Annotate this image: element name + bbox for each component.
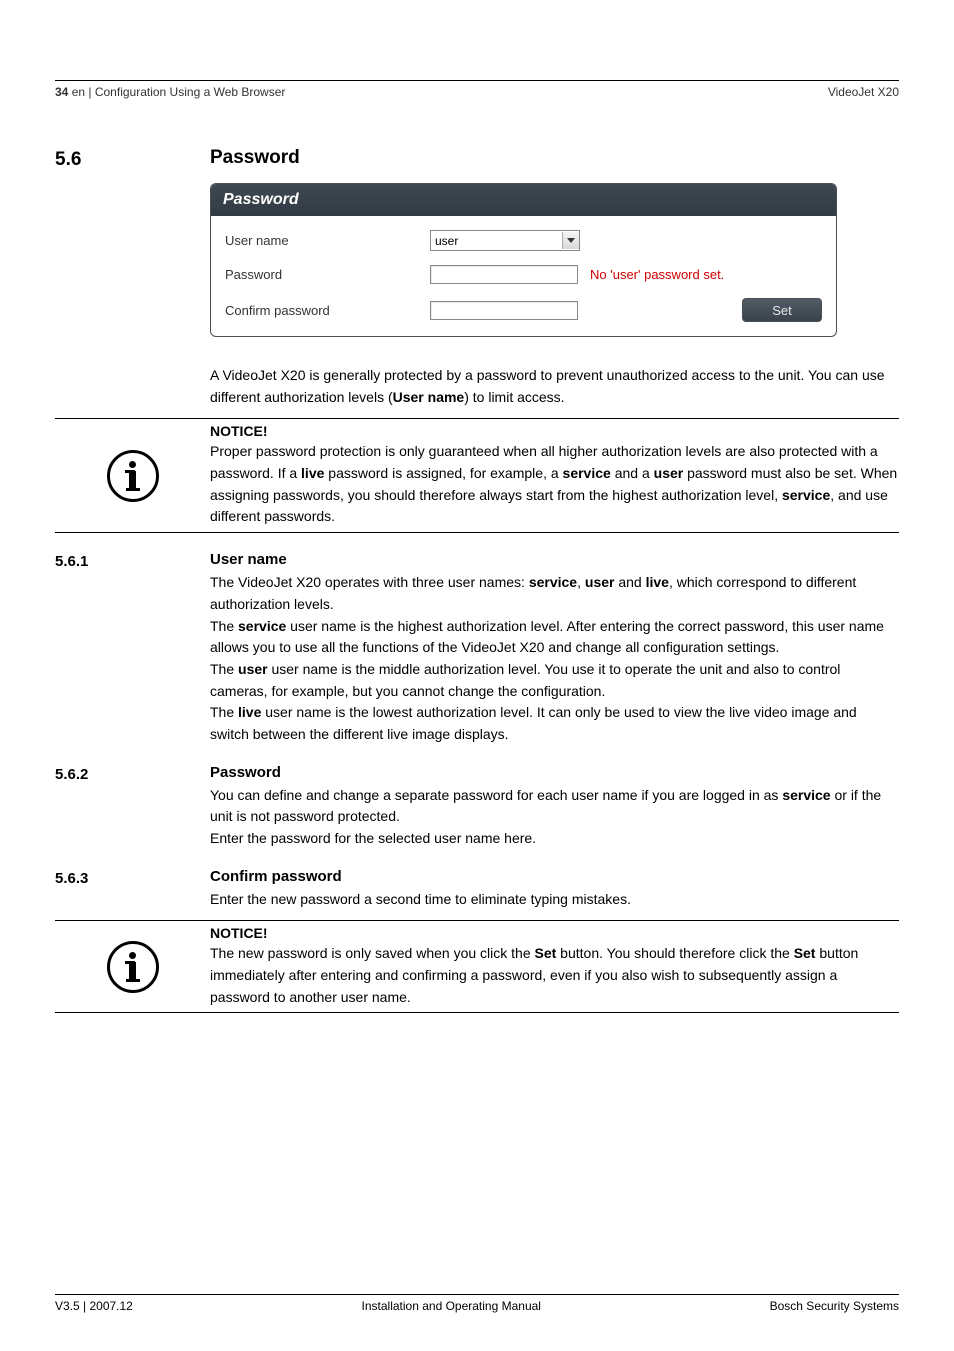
- section-number-5-6-2: 5.6.2: [55, 764, 210, 783]
- section-title-password: Password: [210, 147, 899, 169]
- sec563-p1: Enter the new password a second time to …: [210, 889, 899, 911]
- confirm-input[interactable]: [430, 301, 578, 320]
- section-number-5-6-1: 5.6.1: [55, 551, 210, 570]
- username-select-value: user: [431, 234, 562, 248]
- footer-company: Bosch Security Systems: [770, 1299, 899, 1313]
- sec561-p3: The user user name is the middle authori…: [210, 659, 899, 702]
- section-number-5-6-3: 5.6.3: [55, 868, 210, 887]
- chevron-down-icon[interactable]: [562, 232, 579, 249]
- password-status: No 'user' password set.: [590, 267, 724, 282]
- sec561-p1: The VideoJet X20 operates with three use…: [210, 572, 899, 615]
- password-input[interactable]: [430, 265, 578, 284]
- breadcrumb-prefix: en |: [72, 85, 95, 99]
- set-button[interactable]: Set: [742, 298, 822, 322]
- panel-header: Password: [211, 184, 836, 216]
- intro-paragraph: A VideoJet X20 is generally protected by…: [210, 365, 899, 408]
- sec562-p1: You can define and change a separate pas…: [210, 785, 899, 828]
- header-left: 34 en | Configuration Using a Web Browse…: [55, 85, 285, 99]
- header-product: VideoJet X20: [828, 85, 899, 99]
- subsection-title-confirm: Confirm password: [210, 868, 899, 885]
- notice-title-1: NOTICE!: [210, 423, 899, 439]
- confirm-label: Confirm password: [225, 303, 430, 318]
- username-label: User name: [225, 233, 430, 248]
- sec562-p2: Enter the password for the selected user…: [210, 828, 899, 850]
- info-icon: [107, 941, 159, 993]
- sec561-p2: The service user name is the highest aut…: [210, 616, 899, 659]
- subsection-title-password: Password: [210, 764, 899, 781]
- info-icon: [107, 450, 159, 502]
- page-number: 34: [55, 85, 68, 99]
- footer-version: V3.5 | 2007.12: [55, 1299, 133, 1313]
- breadcrumb: Configuration Using a Web Browser: [95, 85, 286, 99]
- sec561-p4: The live user name is the lowest authori…: [210, 702, 899, 745]
- notice-title-2: NOTICE!: [210, 925, 899, 941]
- notice-body-2: The new password is only saved when you …: [210, 943, 899, 1008]
- username-select[interactable]: user: [430, 230, 580, 251]
- notice-body-1: Proper password protection is only guara…: [210, 441, 899, 528]
- section-number-5-6: 5.6: [55, 147, 210, 171]
- footer-doc-title: Installation and Operating Manual: [362, 1299, 541, 1313]
- subsection-title-username: User name: [210, 551, 899, 568]
- password-panel: Password User name user Password: [210, 183, 837, 337]
- password-label: Password: [225, 267, 430, 282]
